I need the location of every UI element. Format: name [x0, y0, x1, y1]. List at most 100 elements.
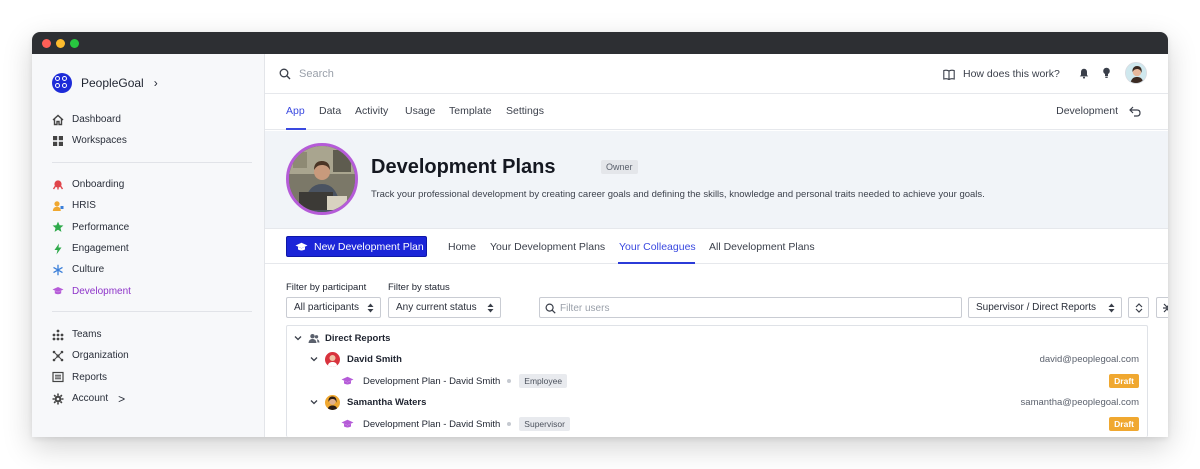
sidebar-item-engagement[interactable]: Engagement: [52, 238, 252, 259]
search-icon: [279, 68, 291, 80]
snowflake-icon: [52, 264, 64, 276]
plan-title[interactable]: Development Plan - David Smith: [363, 419, 500, 430]
search-input[interactable]: [299, 65, 599, 83]
status-badge: Draft: [1109, 417, 1139, 431]
tab-usage[interactable]: Usage: [405, 105, 435, 117]
chevron-down-icon[interactable]: [310, 355, 318, 363]
star-icon: [52, 221, 64, 233]
sidebar-divider: [52, 162, 252, 163]
tab-activity[interactable]: Activity: [355, 105, 388, 117]
filter-status-label: Filter by status: [388, 282, 450, 293]
bell-icon[interactable]: [1079, 68, 1089, 79]
chevron-down-icon[interactable]: [310, 398, 318, 406]
window-titlebar: [32, 32, 1168, 54]
person-name: David Smith: [347, 354, 402, 365]
filter-participant-label: Filter by participant: [286, 282, 367, 293]
sidebar-item-performance[interactable]: Performance: [52, 217, 252, 238]
filter-users-field[interactable]: [539, 297, 962, 318]
separator-dot: [507, 379, 512, 383]
main-content: How does this work? App Data Activity Us…: [265, 54, 1168, 437]
page: PeopleGoal › Dashboard Workspaces Onboar…: [0, 0, 1200, 469]
sidebar-item-workspaces[interactable]: Workspaces: [52, 130, 252, 151]
person-email: samantha@peoplegoal.com: [1020, 397, 1139, 408]
sort-arrows-icon: [367, 303, 374, 313]
home-icon: [52, 114, 64, 126]
app-window: PeopleGoal › Dashboard Workspaces Onboar…: [32, 32, 1168, 437]
reports-icon: [52, 371, 64, 383]
tab-template[interactable]: Template: [449, 105, 492, 117]
organization-icon: [52, 350, 64, 362]
sidebar: PeopleGoal › Dashboard Workspaces Onboar…: [32, 54, 265, 437]
separator-dot: [507, 422, 512, 426]
sidebar-primary-nav: Dashboard Workspaces: [52, 109, 252, 152]
window-close-button[interactable]: [42, 39, 51, 48]
window-minimize-button[interactable]: [56, 39, 65, 48]
avatar: [325, 352, 340, 367]
subtab-home[interactable]: Home: [448, 241, 476, 253]
window-maximize-button[interactable]: [70, 39, 79, 48]
lightbulb-icon[interactable]: [1102, 67, 1111, 79]
tab-app[interactable]: App: [286, 105, 305, 117]
new-development-plan-button[interactable]: New Development Plan: [286, 236, 427, 257]
workspace-switcher[interactable]: PeopleGoal ›: [52, 72, 158, 94]
sort-arrows-icon: [487, 303, 494, 313]
grid-icon: [52, 135, 64, 147]
sidebar-item-organization[interactable]: Organization: [52, 345, 252, 366]
sidebar-item-teams[interactable]: Teams: [52, 324, 252, 345]
participant-select[interactable]: All participants: [286, 297, 381, 318]
tree-group-direct-reports[interactable]: Direct Reports: [287, 328, 1147, 349]
subtab-all-development-plans[interactable]: All Development Plans: [709, 241, 815, 253]
sidebar-item-onboarding[interactable]: Onboarding: [52, 174, 252, 195]
user-icon: [52, 200, 64, 212]
sidebar-item-reports[interactable]: Reports: [52, 367, 252, 388]
tab-data[interactable]: Data: [319, 105, 341, 117]
status-select[interactable]: Any current status: [388, 297, 501, 318]
teams-icon: [52, 329, 64, 341]
sidebar-item-development[interactable]: Development: [52, 280, 252, 301]
users-icon: [308, 334, 320, 343]
sidebar-item-dashboard[interactable]: Dashboard: [52, 109, 252, 130]
app-header: Development Plans Owner Track your profe…: [265, 131, 1168, 229]
status-badge: Draft: [1109, 374, 1139, 388]
tree-person-row[interactable]: Samantha Waters samantha@peoplegoal.com: [287, 392, 1147, 413]
subtab-your-development-plans[interactable]: Your Development Plans: [490, 241, 605, 253]
search-icon: [545, 303, 556, 314]
person-email: david@peoplegoal.com: [1039, 354, 1139, 365]
filter-users-input[interactable]: [560, 301, 950, 315]
sidebar-item-culture[interactable]: Culture: [52, 259, 252, 280]
app-cover-image: [286, 143, 358, 215]
lightning-icon: [52, 243, 64, 255]
page-description: Track your professional development by c…: [371, 189, 985, 200]
collapse-icon: [1163, 303, 1168, 313]
book-icon: [943, 69, 955, 80]
tab-settings[interactable]: Settings: [506, 105, 544, 117]
help-link[interactable]: How does this work?: [943, 66, 1060, 82]
expand-all-button[interactable]: [1128, 297, 1149, 318]
tree-person-row[interactable]: David Smith david@peoplegoal.com: [287, 349, 1147, 370]
collapse-all-button[interactable]: [1156, 297, 1168, 318]
chevron-right-icon: >: [118, 391, 126, 406]
graduation-cap-icon: [295, 242, 308, 250]
plan-info: Development Plan - David Smith Employee: [363, 374, 568, 388]
subtab-your-colleagues[interactable]: Your Colleagues: [619, 241, 696, 253]
gear-icon: [52, 393, 64, 405]
chevron-right-icon: ›: [153, 76, 158, 90]
plan-row[interactable]: Development Plan - David Smith Superviso…: [287, 413, 1147, 434]
user-avatar[interactable]: [1125, 62, 1147, 84]
sub-navigation: New Development Plan Home Your Developme…: [265, 230, 1168, 264]
sidebar-item-hris[interactable]: HRIS: [52, 195, 252, 216]
sort-arrows-icon: [1108, 303, 1115, 313]
sidebar-item-account[interactable]: Account >: [52, 388, 252, 409]
active-subtab-indicator: [618, 262, 695, 264]
active-tab-indicator: [286, 128, 306, 130]
back-arrow-icon[interactable]: [1129, 106, 1141, 117]
person-name: Samantha Waters: [347, 397, 427, 408]
development-link[interactable]: Development: [1056, 105, 1118, 117]
plan-row[interactable]: Development Plan - David Smith Employee …: [287, 370, 1147, 391]
chevron-down-icon[interactable]: [294, 334, 302, 342]
relation-select[interactable]: Supervisor / Direct Reports: [968, 297, 1122, 318]
avatar: [325, 395, 340, 410]
graduation-cap-icon: [341, 419, 354, 428]
role-badge: Supervisor: [519, 417, 570, 431]
plan-title[interactable]: Development Plan - David Smith: [363, 376, 500, 387]
